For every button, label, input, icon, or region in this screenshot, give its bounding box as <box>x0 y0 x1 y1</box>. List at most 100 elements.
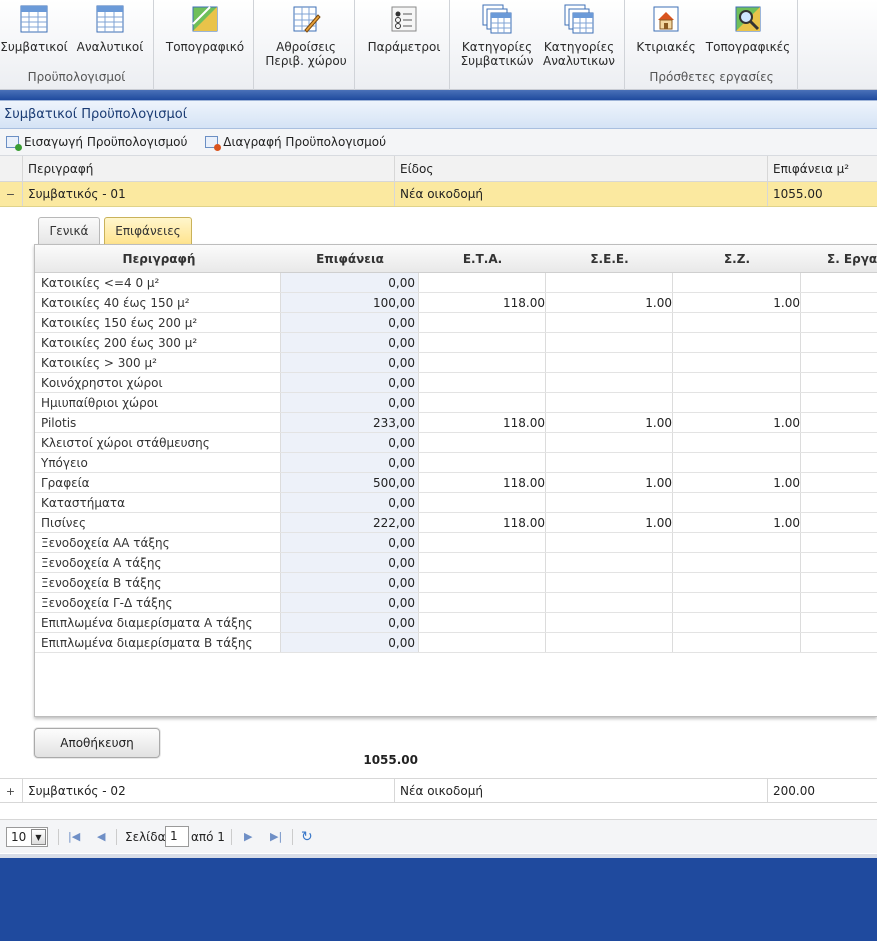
surface-cell[interactable]: 0,00 <box>281 533 419 552</box>
column-header-see[interactable]: Σ.Ε.Ε. <box>546 245 673 272</box>
surface-cell[interactable]: 0,00 <box>281 333 419 352</box>
surface-cell[interactable]: 0,00 <box>281 433 419 452</box>
table-row[interactable]: Κατοικίες 150 έως 200 μ² 0,00 <box>35 313 877 333</box>
analytical-categories-button[interactable]: Κατηγορίες Αναλυτικων <box>541 4 617 68</box>
table-row[interactable]: Καταστήματα 0,00 <box>35 493 877 513</box>
surface-cell[interactable]: 0,00 <box>281 453 419 472</box>
row-description: Συμβατικός - 02 <box>22 779 394 802</box>
parameters-button[interactable]: Παράμετροι <box>364 4 444 54</box>
row-description: Ξενοδοχεία Β τάξης <box>37 573 281 592</box>
next-page-icon[interactable]: ▶ <box>244 820 252 854</box>
column-header-description[interactable]: Περιγραφή <box>22 156 394 181</box>
table-row[interactable]: Ξενοδοχεία ΑΑ τάξης 0,00 <box>35 533 877 553</box>
table-row[interactable]: Κοινόχρηστοι χώροι 0,00 <box>35 373 877 393</box>
table-row[interactable]: Κατοικίες <=4 0 μ² 0,00 <box>35 273 877 293</box>
se-cell <box>801 413 877 432</box>
surface-cell[interactable]: 233,00 <box>281 413 419 432</box>
environment-sums-button[interactable]: Αθροίσεις Περιβ. χώρου <box>261 4 351 68</box>
table-row[interactable]: Κλειστοί χώροι στάθμευσης 0,00 <box>35 433 877 453</box>
table-row[interactable]: Επιπλωμένα διαμερίσματα Β τάξης 0,00 <box>35 633 877 653</box>
se-cell <box>801 533 877 552</box>
delete-budget-button[interactable]: Διαγραφή Προϋπολογισμού <box>205 135 386 151</box>
ribbon-toolbar: Συμβατικοί Αναλυτικοί Προϋπολογισμοί Τοπ… <box>0 0 877 90</box>
surface-cell[interactable]: 0,00 <box>281 613 419 632</box>
refresh-icon[interactable]: ↻ <box>301 820 313 854</box>
ribbon-button-label: Τοπογραφικές <box>705 40 791 54</box>
row-description: Κατοικίες 200 έως 300 μ² <box>37 333 281 352</box>
table-row[interactable]: Κατοικίες > 300 μ² 0,00 <box>35 353 877 373</box>
table-row[interactable]: Επιπλωμένα διαμερίσματα Α τάξης 0,00 <box>35 613 877 633</box>
page-size-select[interactable]: 10 ▼ <box>6 827 48 847</box>
column-header-type[interactable]: Είδος <box>394 156 767 181</box>
table-row[interactable]: Ημιυπαίθριοι χώροι 0,00 <box>35 393 877 413</box>
ribbon-button-label: Κτιριακές <box>636 40 696 54</box>
ribbon-button-label: Συμβατικών <box>460 54 534 68</box>
see-cell: 1.00 <box>546 513 673 532</box>
ribbon-button-label: Τοπογραφικό <box>165 40 245 54</box>
panel-toolbar: Εισαγωγή Προϋπολογισμού Διαγραφή Προϋπολ… <box>0 129 877 156</box>
analytical-budgets-button[interactable]: Αναλυτικοί <box>74 4 146 54</box>
column-header-area[interactable]: Επιφάνεια μ² <box>767 156 877 181</box>
surface-cell[interactable]: 222,00 <box>281 513 419 532</box>
add-document-icon <box>6 136 22 151</box>
save-button[interactable]: Αποθήκευση <box>34 728 160 758</box>
first-page-icon[interactable]: |◀ <box>68 820 80 854</box>
expand-icon[interactable]: + <box>5 786 16 797</box>
conventional-categories-button[interactable]: Κατηγορίες Συμβατικών <box>459 4 535 68</box>
surface-cell[interactable]: 0,00 <box>281 593 419 612</box>
tab-general[interactable]: Γενικά <box>38 217 100 244</box>
see-cell: 1.00 <box>546 293 673 312</box>
surface-cell[interactable]: 0,00 <box>281 373 419 392</box>
surface-cell[interactable]: 0,00 <box>281 573 419 592</box>
insert-budget-button[interactable]: Εισαγωγή Προϋπολογισμού <box>6 135 187 151</box>
surface-cell[interactable]: 0,00 <box>281 553 419 572</box>
surface-cell[interactable]: 500,00 <box>281 473 419 492</box>
surface-cell[interactable]: 0,00 <box>281 273 419 292</box>
topography-button[interactable]: Τοπογραφικό <box>163 4 247 54</box>
ribbon-group-parameters: Παράμετροι <box>356 0 450 90</box>
se-cell <box>801 473 877 492</box>
sz-cell <box>673 533 801 552</box>
sz-cell <box>673 573 801 592</box>
table-row[interactable]: Κατοικίες 200 έως 300 μ² 0,00 <box>35 333 877 353</box>
ribbon-group-label: Προϋπολογισμοί <box>27 70 126 84</box>
conventional-budgets-button[interactable]: Συμβατικοί <box>0 4 68 54</box>
chevron-down-icon[interactable]: ▼ <box>31 829 46 845</box>
map-search-icon <box>733 4 763 34</box>
table-row[interactable]: − Συμβατικός - 01 Νέα οικοδομή 1055.00 <box>0 182 877 207</box>
surface-cell[interactable]: 0,00 <box>281 393 419 412</box>
surface-cell[interactable]: 0,00 <box>281 633 419 652</box>
column-header-eta[interactable]: Ε.Τ.Α. <box>419 245 546 272</box>
surface-cell[interactable]: 0,00 <box>281 493 419 512</box>
column-header-description[interactable]: Περιγραφή <box>37 245 281 272</box>
table-row[interactable]: + Συμβατικός - 02 Νέα οικοδομή 200.00 <box>0 778 877 803</box>
tab-surfaces[interactable]: Επιφάνειες <box>104 217 192 245</box>
table-row[interactable]: Ξενοδοχεία Α τάξης 0,00 <box>35 553 877 573</box>
table-row[interactable]: Γραφεία 500,00 118.00 1.00 1.00 <box>35 473 877 493</box>
table-row[interactable]: Υπόγειο 0,00 <box>35 453 877 473</box>
building-works-button[interactable]: Κτιριακές <box>634 4 698 54</box>
table-row[interactable]: Ξενοδοχεία Β τάξης 0,00 <box>35 573 877 593</box>
page-size-value: 10 <box>11 830 27 844</box>
table-row[interactable]: Πισίνες 222,00 118.00 1.00 1.00 <box>35 513 877 533</box>
page-number-input[interactable]: 1 <box>165 826 189 847</box>
column-header-surface[interactable]: Επιφάνεια <box>281 245 419 272</box>
row-description: Κατοικίες > 300 μ² <box>37 353 281 372</box>
surface-cell[interactable]: 0,00 <box>281 313 419 332</box>
column-header-sz[interactable]: Σ.Ζ. <box>673 245 801 272</box>
table-row[interactable]: Pilotis 233,00 118.00 1.00 1.00 <box>35 413 877 433</box>
previous-page-icon[interactable]: ◀ <box>97 820 105 854</box>
see-cell <box>546 613 673 632</box>
column-header-se[interactable]: Σ. Εργασ <box>801 245 877 272</box>
table-row[interactable]: Κατοικίες 40 έως 150 μ² 100,00 118.00 1.00 1… <box>35 293 877 313</box>
topographic-works-button[interactable]: Τοπογραφικές <box>704 4 792 54</box>
collapse-icon[interactable]: − <box>5 189 16 200</box>
surface-cell[interactable]: 100,00 <box>281 293 419 312</box>
last-page-icon[interactable]: ▶| <box>270 820 282 854</box>
see-cell <box>546 553 673 572</box>
ribbon-group-topography: Τοπογραφικό <box>155 0 254 90</box>
surface-cell[interactable]: 0,00 <box>281 353 419 372</box>
table-row[interactable]: Ξενοδοχεία Γ-Δ τάξης 0,00 <box>35 593 877 613</box>
se-cell <box>801 273 877 292</box>
see-cell <box>546 333 673 352</box>
